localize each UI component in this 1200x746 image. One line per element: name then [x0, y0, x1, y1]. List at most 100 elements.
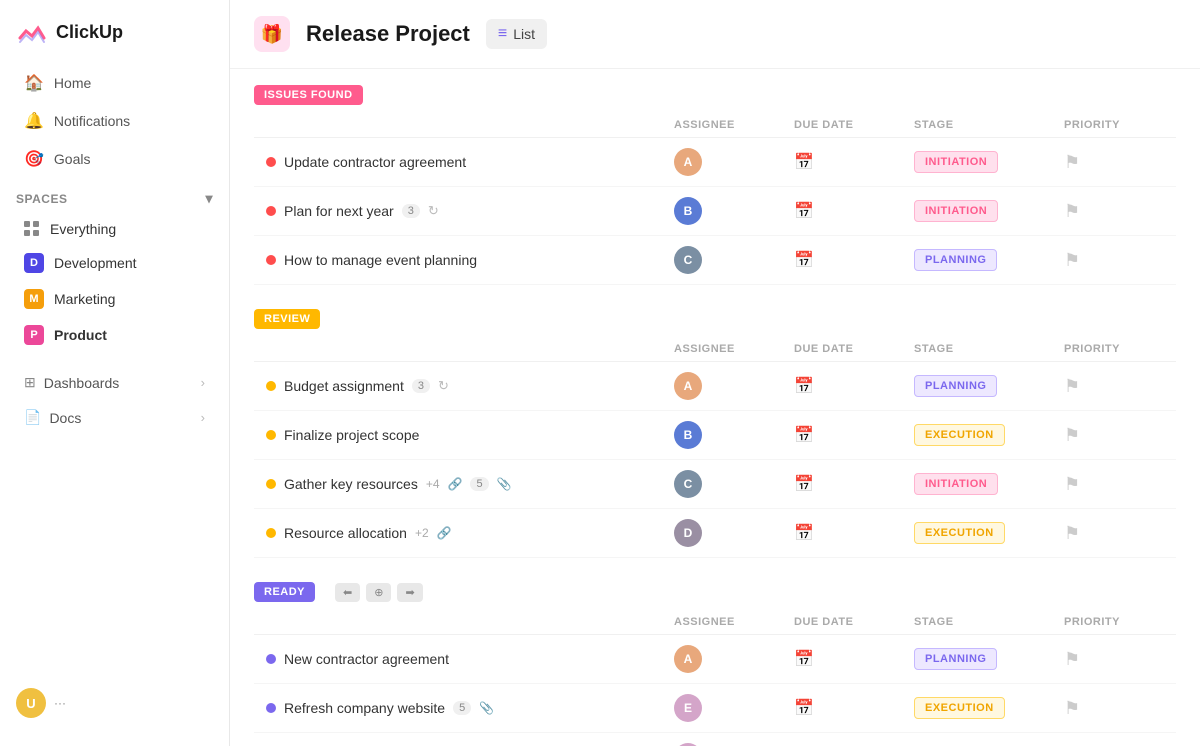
sidebar-item-development[interactable]: D Development: [8, 245, 221, 281]
user-avatar[interactable]: U: [16, 688, 46, 718]
ready-badge[interactable]: READY: [254, 582, 315, 602]
task-status-dot: [266, 206, 276, 216]
calendar-icon: 📅: [794, 427, 814, 444]
stage-badge: PLANNING: [914, 648, 997, 670]
header-assignee-1: ASSIGNEE: [674, 119, 794, 131]
calendar-icon: 📅: [794, 476, 814, 493]
avatar: A: [674, 148, 702, 176]
priority-icon: ⚑: [1064, 698, 1080, 718]
goals-icon: 🎯: [24, 149, 44, 169]
task-content-area: ISSUES FOUND ASSIGNEE DUE DATE STAGE PRI…: [230, 69, 1200, 746]
sidebar-item-docs[interactable]: 📄 Docs ›: [8, 400, 221, 435]
task-count: 3: [402, 204, 420, 218]
header-duedate-1: DUE DATE: [794, 119, 914, 131]
table-row[interactable]: New contractor agreement A 📅 PLANNING ⚑: [254, 635, 1176, 684]
link-icon: 🔗: [437, 526, 452, 540]
sidebar-marketing-label: Marketing: [54, 291, 115, 307]
attachment-count: 5: [470, 477, 488, 491]
app-logo-text: ClickUp: [56, 22, 123, 43]
task-status-dot: [266, 528, 276, 538]
sidebar-item-dashboards[interactable]: ⊞ Dashboards ›: [8, 365, 221, 400]
nav-home[interactable]: 🏠 Home: [8, 64, 221, 102]
task-title: Finalize project scope: [284, 427, 419, 443]
review-table-header: ASSIGNEE DUE DATE STAGE PRIORITY: [254, 337, 1176, 362]
header-stage-1: STAGE: [914, 119, 1064, 131]
group-review: REVIEW ASSIGNEE DUE DATE STAGE PRIORITY …: [254, 309, 1176, 558]
stage-badge: INITIATION: [914, 200, 998, 222]
task-title: Refresh company website: [284, 700, 445, 716]
table-row[interactable]: Resource allocation +2 🔗 D 📅 EXECUTION ⚑: [254, 509, 1176, 558]
calendar-icon: 📅: [794, 378, 814, 395]
nav-notifications[interactable]: 🔔 Notifications: [8, 102, 221, 140]
task-status-dot: [266, 430, 276, 440]
priority-icon: ⚑: [1064, 523, 1080, 543]
table-row[interactable]: Finalize project scope B 📅 EXECUTION ⚑: [254, 411, 1176, 460]
attachment-icon: 📎: [479, 701, 494, 715]
calendar-icon: 📅: [794, 525, 814, 542]
task-status-dot: [266, 255, 276, 265]
filter-button[interactable]: ⬅: [335, 583, 360, 602]
user-status: ···: [54, 696, 66, 710]
header-duedate-3: DUE DATE: [794, 616, 914, 628]
priority-icon: ⚑: [1064, 376, 1080, 396]
link-icon: 🔗: [448, 477, 463, 491]
issues-table-header: ASSIGNEE DUE DATE STAGE PRIORITY: [254, 113, 1176, 138]
product-space-dot: P: [24, 325, 44, 345]
stage-badge: PLANNING: [914, 249, 997, 271]
avatar: E: [674, 694, 702, 722]
task-title: Budget assignment: [284, 378, 404, 394]
dashboards-icon: ⊞: [24, 374, 36, 391]
table-row[interactable]: Update contractor agreement A 📅 INITIATI…: [254, 138, 1176, 187]
task-title: Update contractor agreement: [284, 154, 466, 170]
docs-icon: 📄: [24, 409, 41, 426]
main-content: 🎁 Release Project ≡ List ISSUES FOUND AS…: [230, 0, 1200, 746]
top-bar: 🎁 Release Project ≡ List: [230, 0, 1200, 69]
group-ready: READY ⬅ ⊕ ➡ ASSIGNEE DUE DATE STAGE PRIO…: [254, 582, 1176, 746]
refresh-icon: ↻: [438, 378, 449, 394]
attachment-icon: 📎: [497, 477, 512, 491]
sidebar-item-marketing[interactable]: M Marketing: [8, 281, 221, 317]
stage-badge: EXECUTION: [914, 522, 1005, 544]
avatar: C: [674, 470, 702, 498]
task-title: Resource allocation: [284, 525, 407, 541]
calendar-icon: 📅: [794, 154, 814, 171]
marketing-space-dot: M: [24, 289, 44, 309]
issues-badge[interactable]: ISSUES FOUND: [254, 85, 363, 105]
ready-table-header: ASSIGNEE DUE DATE STAGE PRIORITY: [254, 610, 1176, 635]
table-row[interactable]: Budget assignment 3 ↻ A 📅 PLANNING ⚑: [254, 362, 1176, 411]
table-row[interactable]: Plan for next year 3 ↻ B 📅 INITIATION ⚑: [254, 187, 1176, 236]
header-assignee-2: ASSIGNEE: [674, 343, 794, 355]
nav-home-label: Home: [54, 75, 91, 91]
calendar-icon: 📅: [794, 252, 814, 269]
review-badge[interactable]: REVIEW: [254, 309, 320, 329]
sidebar-docs-label: Docs: [49, 410, 81, 426]
list-tab-label: List: [513, 26, 535, 42]
sidebar-everything-label: Everything: [50, 221, 116, 237]
task-title: New contractor agreement: [284, 651, 449, 667]
avatar: B: [674, 421, 702, 449]
table-row[interactable]: Refresh company website 5 📎 E 📅 EXECUTIO…: [254, 684, 1176, 733]
header-duedate-2: DUE DATE: [794, 343, 914, 355]
priority-icon: ⚑: [1064, 201, 1080, 221]
priority-icon: ⚑: [1064, 425, 1080, 445]
task-title: Plan for next year: [284, 203, 394, 219]
avatar: C: [674, 246, 702, 274]
table-row[interactable]: How to manage event planning C 📅 PLANNIN…: [254, 236, 1176, 285]
table-row[interactable]: Gather key resources +4 🔗 5 📎 C 📅 INITIA…: [254, 460, 1176, 509]
list-icon: ≡: [498, 25, 507, 43]
table-row[interactable]: Update key objectives 5 📎 E 📅 EXECUTION …: [254, 733, 1176, 746]
forward-button[interactable]: ➡: [397, 583, 422, 602]
chevron-down-icon[interactable]: ▾: [205, 190, 213, 207]
list-view-tab[interactable]: ≡ List: [486, 19, 547, 49]
sidebar-item-everything[interactable]: Everything: [8, 213, 221, 245]
stage-badge: INITIATION: [914, 473, 998, 495]
sidebar: ClickUp 🏠 Home 🔔 Notifications 🎯 Goals S…: [0, 0, 230, 746]
stage-badge: INITIATION: [914, 151, 998, 173]
add-button[interactable]: ⊕: [366, 583, 391, 602]
sidebar-item-product[interactable]: P Product: [8, 317, 221, 353]
calendar-icon: 📅: [794, 700, 814, 717]
chevron-right-icon: ›: [201, 375, 205, 390]
page-title: Release Project: [306, 21, 470, 47]
nav-goals[interactable]: 🎯 Goals: [8, 140, 221, 178]
task-title: Gather key resources: [284, 476, 418, 492]
